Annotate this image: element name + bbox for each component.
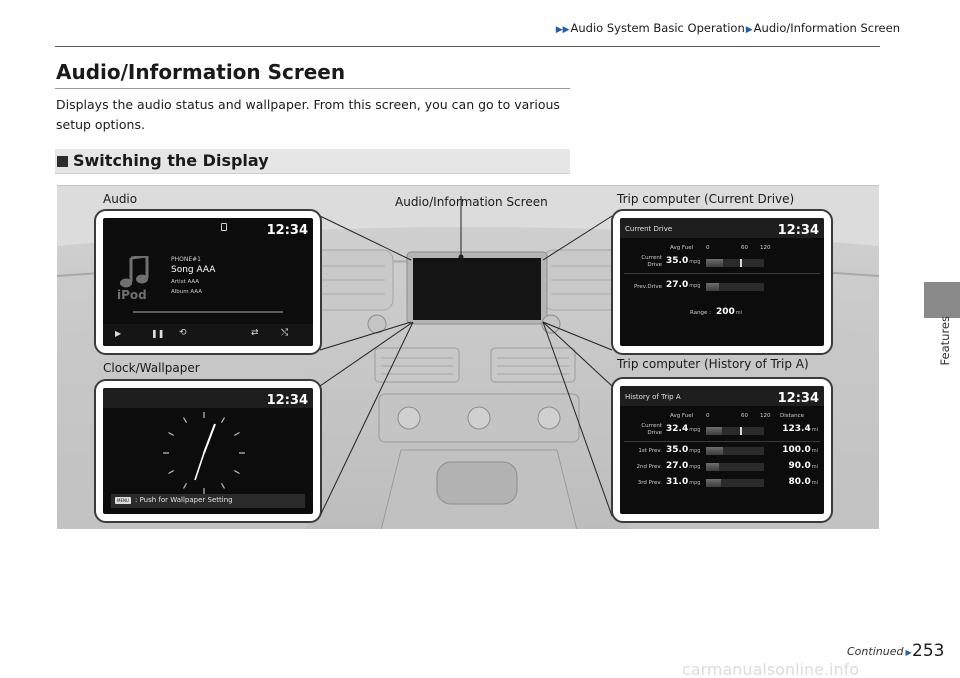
chapter-tab-marker[interactable] bbox=[924, 282, 960, 318]
current-fuel-bar bbox=[706, 259, 764, 267]
song-title: Song AAA bbox=[171, 265, 216, 275]
dashboard-figure: Audio Audio/Information Screen Trip comp… bbox=[57, 185, 879, 529]
row-divider bbox=[624, 441, 820, 442]
section-header: Switching the Display bbox=[55, 149, 570, 174]
wallpaper-hint-bar[interactable]: MENU : Push for Wallpaper Setting bbox=[111, 494, 305, 508]
scale-tick-120: 120 bbox=[760, 245, 771, 251]
row-divider bbox=[624, 273, 820, 274]
audio-source: PHONE#1 bbox=[171, 256, 201, 263]
scale-tick-60: 60 bbox=[741, 245, 748, 251]
2nd-prev-fuel-bar bbox=[706, 463, 764, 471]
audio-screen: 12:34 iPod PHONE#1 Song AAA Artist AAA A… bbox=[103, 218, 313, 346]
current-fuel-bar bbox=[706, 427, 764, 435]
row-label-1st-prev: 1st Prev. bbox=[638, 448, 662, 454]
current-avg-fuel: 35.0mpg bbox=[666, 256, 701, 266]
scale-tick-120: 120 bbox=[760, 413, 771, 419]
title-divider bbox=[55, 88, 570, 89]
phone-battery-icon bbox=[221, 223, 227, 231]
trip-current-screen: Current Drive 12:34 Avg Fuel 0 60 120 Cu… bbox=[620, 218, 824, 346]
row-label-2nd-prev: 2nd Prev. bbox=[636, 464, 662, 470]
square-bullet-icon bbox=[57, 156, 68, 167]
current-avg-fuel: 32.4mpg bbox=[666, 424, 701, 434]
range-value: 200mi bbox=[716, 307, 743, 317]
row-label-drive: Drive bbox=[647, 262, 662, 268]
clock-time: 12:34 bbox=[266, 393, 308, 408]
range-label: Range : bbox=[690, 310, 712, 316]
breadcrumb: ▶▶Audio System Basic Operation▶Audio/Inf… bbox=[555, 21, 900, 35]
trip-current-panel: Current Drive 12:34 Avg Fuel 0 60 120 Cu… bbox=[611, 209, 833, 355]
label-trip-current-drive: Trip computer (Current Drive) bbox=[617, 192, 795, 206]
row-label-prev-drive: Prev.Drive bbox=[634, 284, 662, 290]
2nd-prev-avg-fuel: 27.0mpg bbox=[666, 461, 701, 471]
breadcrumb-arrow-icon: ▶ bbox=[745, 25, 753, 35]
clock-time: 12:34 bbox=[777, 391, 819, 406]
3rd-prev-avg-fuel: 31.0mpg bbox=[666, 477, 701, 487]
page-number: 253 bbox=[912, 641, 945, 661]
trip-history-screen: History of Trip A 12:34 Avg Fuel 0 60 12… bbox=[620, 386, 824, 514]
shuffle-all-icon[interactable]: ⤭ bbox=[281, 328, 288, 338]
current-distance: 123.4mi bbox=[782, 424, 818, 434]
label-audio: Audio bbox=[103, 192, 138, 206]
clock-time: 12:34 bbox=[777, 223, 819, 238]
repeat-icon[interactable]: ⟲ bbox=[179, 328, 187, 338]
scale-tick-0: 0 bbox=[706, 245, 710, 251]
chapter-tab-label[interactable]: Features bbox=[938, 316, 952, 365]
play-icon[interactable]: ▶ bbox=[115, 329, 121, 338]
trip-history-title: History of Trip A bbox=[625, 393, 681, 401]
row-label-current: Current bbox=[641, 423, 662, 429]
1st-prev-fuel-bar bbox=[706, 447, 764, 455]
row-label-3rd-prev: 3rd Prev. bbox=[637, 480, 662, 486]
prev-drive-avg-fuel: 27.0mpg bbox=[666, 280, 701, 290]
prev-drive-fuel-bar bbox=[706, 283, 764, 291]
shuffle-icon[interactable]: ⇄ bbox=[251, 328, 259, 338]
1st-prev-avg-fuel: 35.0mpg bbox=[666, 445, 701, 455]
row-label-drive: Drive bbox=[647, 430, 662, 436]
watermark: carmanualsonline.info bbox=[682, 660, 860, 678]
pause-icon[interactable]: ❚❚ bbox=[151, 329, 164, 338]
breadcrumb-arrow-icon: ▶▶ bbox=[555, 25, 570, 35]
continue-arrow-icon: ▶ bbox=[905, 648, 912, 657]
ipod-logo: iPod bbox=[117, 288, 147, 302]
3rd-prev-fuel-bar bbox=[706, 479, 764, 487]
clock-screen: 12:34 MENU: Push for Wallpaper Setting bbox=[103, 388, 313, 514]
section-title: Switching the Display bbox=[73, 151, 269, 170]
clock-time: 12:34 bbox=[266, 223, 308, 238]
header-divider bbox=[55, 46, 880, 47]
breadcrumb-item-current[interactable]: Audio/Information Screen bbox=[754, 21, 900, 35]
page-title: Audio/Information Screen bbox=[56, 60, 346, 84]
audio-screen-panel: 12:34 iPod PHONE#1 Song AAA Artist AAA A… bbox=[94, 209, 322, 355]
audio-control-bar: ▶ ❚❚ ⟲ ⇄ ⤭ bbox=[103, 324, 313, 346]
scale-tick-0: 0 bbox=[706, 413, 710, 419]
clock-screen-panel: 12:34 MENU: Push for Wallpaper Setting bbox=[94, 379, 322, 523]
artist-name: Artist AAA bbox=[171, 279, 200, 285]
breadcrumb-item-basic-operation[interactable]: Audio System Basic Operation bbox=[571, 21, 745, 35]
trip-history-panel: History of Trip A 12:34 Avg Fuel 0 60 12… bbox=[611, 377, 833, 523]
trip-current-title: Current Drive bbox=[625, 225, 673, 233]
label-trip-history: Trip computer (History of Trip A) bbox=[617, 357, 809, 371]
row-label-current: Current bbox=[641, 255, 662, 261]
progress-bar[interactable] bbox=[133, 311, 283, 313]
label-audio-information-screen: Audio/Information Screen bbox=[395, 195, 548, 209]
3rd-prev-distance: 80.0mi bbox=[788, 477, 818, 487]
scale-tick-60: 60 bbox=[741, 413, 748, 419]
1st-prev-distance: 100.0mi bbox=[782, 445, 818, 455]
2nd-prev-distance: 90.0mi bbox=[788, 461, 818, 471]
analog-clock-icon bbox=[163, 412, 245, 494]
menu-key-icon: MENU bbox=[115, 497, 131, 504]
wallpaper-hint-text: : Push for Wallpaper Setting bbox=[135, 496, 233, 504]
avg-fuel-header: Avg Fuel bbox=[670, 413, 694, 419]
continued-label: Continued ▶ bbox=[847, 645, 912, 658]
distance-header: Distance bbox=[780, 413, 805, 419]
album-name: Album AAA bbox=[171, 289, 202, 295]
intro-paragraph: Displays the audio status and wallpaper.… bbox=[56, 97, 560, 132]
avg-fuel-header: Avg Fuel bbox=[670, 245, 694, 251]
label-clock-wallpaper: Clock/Wallpaper bbox=[103, 361, 200, 375]
